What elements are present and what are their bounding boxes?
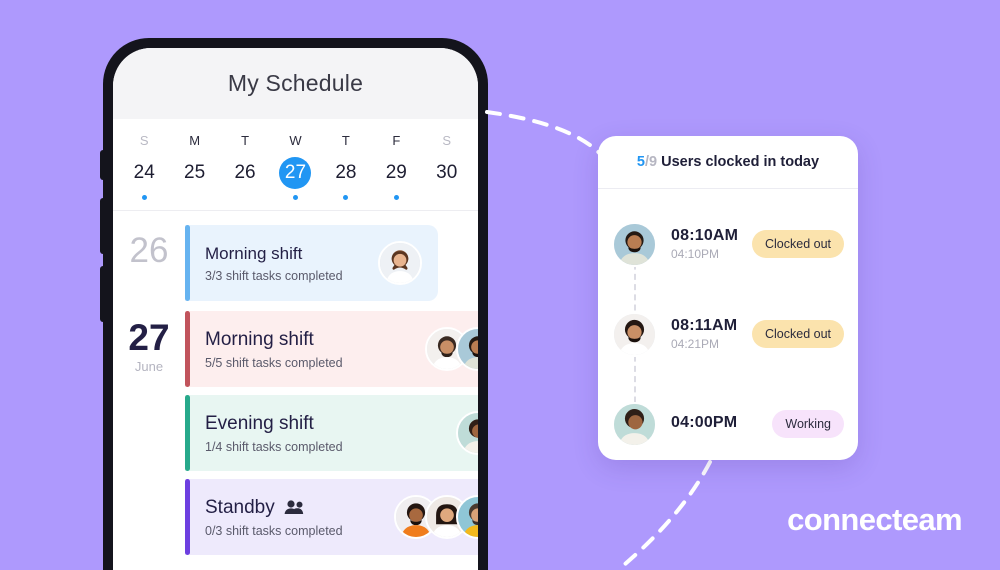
avatar[interactable]	[612, 311, 657, 357]
shift-card-morning-27[interactable]: Morning shift 5/5 shift tasks completed	[185, 311, 478, 387]
week-day-letter: T	[341, 133, 350, 148]
shift-card-title: Evening shift	[205, 412, 314, 434]
shift-card-body: Morning shift 5/5 shift tasks completed	[205, 329, 425, 370]
shift-card-subtitle: 5/5 shift tasks completed	[205, 355, 343, 370]
logo-text: connecteam	[787, 502, 963, 537]
clocked-in-times: 08:10AM 04:10PM	[671, 227, 752, 261]
clock-out-time: 04:21PM	[671, 337, 720, 351]
clocked-in-list: 08:10AM 04:10PM Clocked out 08:11AM 04:2…	[598, 189, 858, 460]
avatar[interactable]	[612, 221, 657, 267]
shift-card-title: Standby	[205, 496, 275, 518]
schedule-date-month: June	[134, 359, 164, 374]
week-day-letter: F	[392, 133, 401, 148]
week-day-number: 25	[184, 162, 206, 183]
shift-card-title: Morning shift	[205, 243, 303, 263]
week-day-25[interactable]: M 25	[169, 133, 219, 200]
week-day-27-selected[interactable]: W 27	[270, 133, 320, 200]
avatar[interactable]	[456, 411, 478, 455]
week-day-letter: S	[442, 133, 452, 148]
shift-card-evening[interactable]: Evening shift 1/4 shift tasks completed	[185, 395, 478, 471]
shift-card-avatars[interactable]	[425, 327, 478, 371]
phone-screen: My Schedule S 24 M 25 T 26 W 27 T 28 F 2…	[113, 48, 478, 570]
people-group-icon	[284, 500, 305, 515]
phone-volume-down-button[interactable]	[100, 266, 104, 322]
week-day-letter: M	[189, 133, 201, 148]
status-badge: Clocked out	[751, 230, 844, 258]
week-day-dot	[192, 195, 197, 200]
avatar[interactable]	[612, 401, 657, 447]
clocked-in-row[interactable]: 08:10AM 04:10PM Clocked out	[598, 199, 858, 289]
week-day-dot	[343, 195, 349, 200]
clocked-in-header-text: Users clocked in today	[661, 154, 820, 170]
week-strip: S 24 M 25 T 26 W 27 T 28 F 29 S 30	[113, 119, 478, 211]
week-day-dot	[393, 195, 399, 200]
clocked-in-times: 04:00PM	[671, 414, 772, 434]
schedule-list: 26 Morning shift 3/3 shift tasks complet…	[113, 211, 478, 555]
schedule-date	[113, 395, 185, 403]
shift-card-morning-26[interactable]: Morning shift 3/3 shift tasks completed	[185, 225, 438, 301]
phone-silent-switch[interactable]	[100, 150, 104, 180]
schedule-date-number: 27	[128, 317, 170, 358]
clocked-in-row[interactable]: 08:11AM 04:21PM Clocked out	[598, 289, 858, 379]
phone-mockup: My Schedule S 24 M 25 T 26 W 27 T 28 F 2…	[100, 38, 488, 570]
week-day-letter: T	[241, 133, 250, 148]
week-day-number: 26	[234, 162, 256, 183]
clock-in-time: 04:00PM	[671, 414, 738, 431]
week-day-30[interactable]: S 30	[422, 133, 472, 200]
schedule-row: 27 June Morning shift 5/5 shift tasks co…	[113, 311, 478, 387]
shift-card-subtitle: 3/3 shift tasks completed	[205, 268, 343, 283]
page-title: My Schedule	[227, 70, 364, 96]
week-day-26[interactable]: T 26	[220, 133, 270, 200]
status-badge: Clocked out	[751, 320, 844, 348]
clock-in-time: 08:11AM	[671, 317, 738, 334]
clock-in-time: 08:10AM	[671, 227, 739, 244]
phone-volume-up-button[interactable]	[100, 198, 104, 254]
week-day-dot	[243, 195, 248, 200]
week-day-number: 30	[436, 162, 458, 183]
shift-card-avatars[interactable]	[394, 495, 478, 539]
week-day-letter: W	[289, 133, 302, 148]
shift-card-subtitle: 0/3 shift tasks completed	[205, 523, 343, 538]
week-day-29[interactable]: F 29	[371, 133, 421, 200]
status-badge: Working	[772, 410, 844, 438]
clocked-in-panel-header: 5/9 Users clocked in today	[598, 136, 858, 189]
week-day-28[interactable]: T 28	[321, 133, 371, 200]
clocked-in-panel: 5/9 Users clocked in today 08:10AM 04:10…	[598, 136, 858, 460]
connecteam-logo: connecteam	[785, 502, 963, 538]
schedule-date-number: 26	[129, 231, 169, 270]
schedule-row: Standby 0/3 shift tasks completed	[113, 479, 478, 555]
clocked-in-count: 5	[636, 154, 645, 170]
schedule-date: 26	[113, 225, 185, 271]
shift-card-avatars[interactable]	[456, 411, 478, 455]
week-day-letter: S	[139, 133, 149, 148]
week-day-number: 24	[133, 162, 155, 183]
shift-card-avatars[interactable]	[378, 241, 422, 285]
schedule-date	[113, 479, 185, 487]
week-day-number: 28	[335, 162, 357, 183]
shift-card-body: Evening shift 1/4 shift tasks completed	[205, 413, 456, 454]
schedule-row: Evening shift 1/4 shift tasks completed	[113, 395, 478, 471]
shift-card-title: Morning shift	[205, 328, 314, 350]
shift-card-standby[interactable]: Standby 0/3 shift tasks completed	[185, 479, 478, 555]
clocked-in-times: 08:11AM 04:21PM	[671, 317, 752, 351]
shift-card-title-row: Standby	[205, 497, 394, 519]
week-day-dot	[292, 195, 298, 200]
clocked-in-row[interactable]: 04:00PM Working	[598, 379, 858, 460]
clock-out-time: 04:10PM	[671, 247, 720, 261]
shift-card-subtitle: 1/4 shift tasks completed	[205, 439, 343, 454]
week-day-dot	[141, 195, 147, 200]
schedule-date-today: 27 June	[113, 311, 185, 374]
shift-card-body: Morning shift 3/3 shift tasks completed	[205, 244, 378, 283]
stage: My Schedule S 24 M 25 T 26 W 27 T 28 F 2…	[0, 0, 1000, 570]
shift-card-body: Standby 0/3 shift tasks completed	[205, 497, 394, 538]
avatar[interactable]	[378, 241, 422, 285]
clocked-in-total: 9	[649, 154, 658, 170]
week-day-dot	[444, 195, 449, 200]
schedule-row: 26 Morning shift 3/3 shift tasks complet…	[113, 225, 478, 301]
week-day-24[interactable]: S 24	[119, 133, 169, 200]
week-day-number: 29	[385, 162, 407, 183]
app-header: My Schedule	[113, 48, 478, 119]
week-day-number: 27	[279, 157, 312, 189]
